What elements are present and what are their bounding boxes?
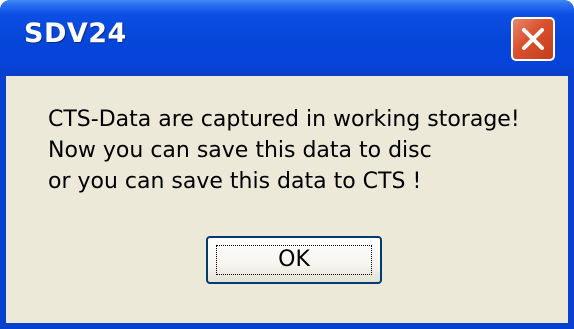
dialog-body: CTS-Data are captured in working storage… — [6, 76, 568, 323]
message-line-2: Now you can save this data to disc — [48, 138, 432, 163]
window-frame-bottom — [0, 323, 574, 329]
message-text: CTS-Data are captured in working storage… — [48, 104, 558, 197]
close-button[interactable] — [511, 17, 555, 61]
title-bar[interactable]: SDV24 — [0, 0, 574, 76]
window-frame-right — [568, 76, 574, 329]
dialog-window: SDV24 CTS-Data are captured in working s… — [0, 0, 574, 329]
close-x-icon — [522, 28, 544, 50]
ok-button[interactable]: OK — [206, 236, 382, 284]
message-line-1: CTS-Data are captured in working storage… — [48, 107, 520, 132]
ok-button-label: OK — [278, 247, 310, 272]
window-title: SDV24 — [24, 18, 127, 49]
message-line-3: or you can save this data to CTS ! — [48, 169, 422, 194]
